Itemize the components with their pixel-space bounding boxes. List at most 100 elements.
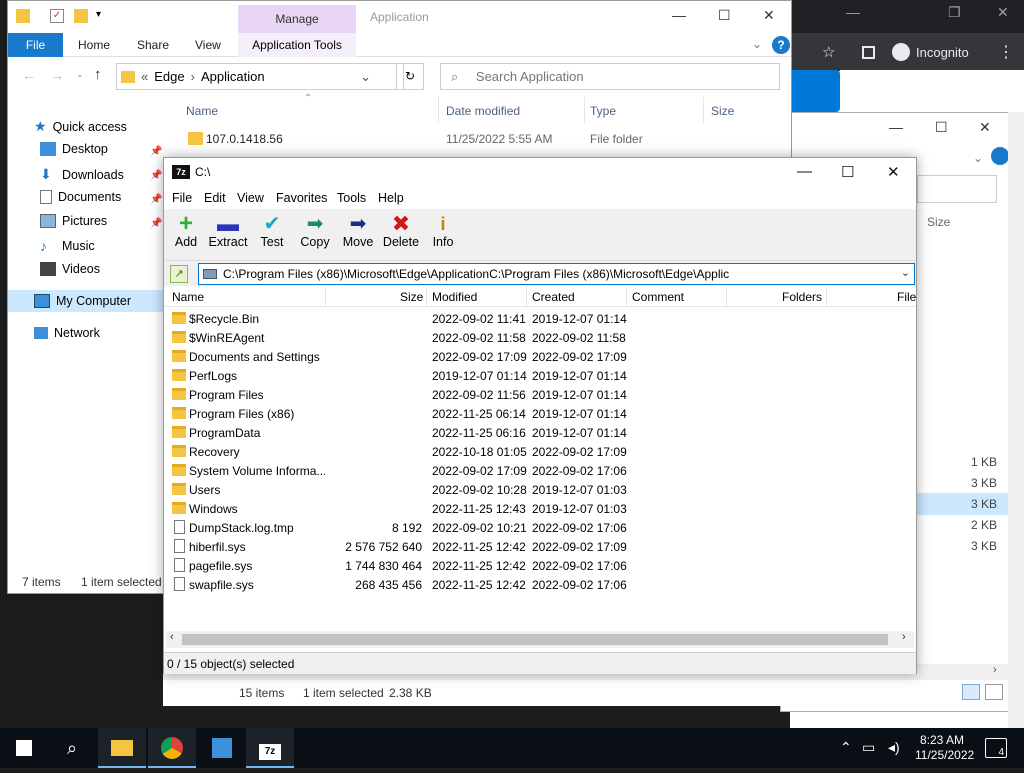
file-row[interactable]: Program Files 2022-09-02 11:56 2019-12-07 … [164,385,916,404]
test-button[interactable]: ✔ Test [250,213,294,249]
show-hidden-icons-icon[interactable]: ⌃ [840,739,852,756]
incognito-icon[interactable] [892,43,910,61]
close-icon[interactable]: ✕ [763,7,775,24]
close-icon[interactable]: ✕ [979,119,991,136]
name-column-header[interactable]: Name [172,290,204,304]
menu-favorites[interactable]: Favorites [276,191,327,205]
forward-icon[interactable]: → [50,67,64,83]
help-icon[interactable] [991,147,1009,165]
pin-icon[interactable]: 📌 [150,146,162,157]
tab-view[interactable]: View [195,38,221,52]
nav-documents[interactable]: Documents [40,190,121,204]
file-row[interactable]: Recovery 2022-10-18 01:05 2022-09-02 17:09 [164,442,916,461]
help-icon[interactable]: ? [772,36,790,54]
chevron-down-icon[interactable]: ⌄ [752,37,762,51]
modified-column-header[interactable]: Modified [432,290,477,304]
chrome-restore-icon[interactable]: ❐ [948,4,961,21]
nav-desktop[interactable]: Desktop [40,142,108,156]
copy-button[interactable]: ➡ Copy [293,213,337,249]
network-status-icon[interactable]: ▭ [862,739,875,756]
nav-videos[interactable]: Videos [40,262,100,276]
column-divider[interactable] [325,287,326,307]
file-row[interactable]: hiberfil.sys 2 576 752 640 2022-11-25 12:4… [164,537,916,556]
volume-icon[interactable]: ◂) [888,739,900,756]
chrome-taskbar[interactable] [148,728,196,768]
nav-downloads[interactable]: ⬇ Downloads [40,166,124,183]
breadcrumb-overflow-icon[interactable]: « [141,69,148,84]
date-column-header[interactable]: Date modified [446,104,520,118]
search-button[interactable]: ⌕ [48,728,96,768]
chrome-close-icon[interactable]: ✕ [997,4,1009,21]
scrollbar-thumb[interactable] [182,634,888,645]
nav-music[interactable]: ♪ Music [40,238,95,254]
clock[interactable]: 8:23 AM 11/25/2022 [915,733,974,763]
menu-view[interactable]: View [237,191,264,205]
file-row[interactable]: ProgramData 2022-11-25 06:16 2019-12-07 01… [164,423,916,442]
chevron-down-icon[interactable]: ⌄ [901,266,910,279]
scroll-right-icon[interactable]: › [993,664,997,676]
column-divider[interactable] [826,287,827,307]
minimize-icon[interactable]: — [797,163,812,180]
file-row[interactable]: $Recycle.Bin 2022-09-02 11:41 2019-12-07 0… [164,309,916,328]
type-column-header[interactable]: Type [590,104,616,118]
file-row[interactable]: Documents and Settings 2022-09-02 17:09 20… [164,347,916,366]
maximize-icon[interactable]: ☐ [935,119,948,136]
extract-button[interactable]: ▬ Extract [206,213,250,250]
column-divider[interactable] [426,287,427,307]
new-folder-icon[interactable] [74,9,88,23]
breadcrumb-separator-icon[interactable]: › [191,69,195,84]
pin-icon[interactable]: 📌 [150,194,162,205]
incognito-label[interactable]: Incognito [916,45,969,60]
installer-taskbar[interactable] [198,728,246,768]
search-input-back[interactable] [917,175,997,203]
7zip-taskbar[interactable]: 7z [246,728,294,768]
details-view-icon[interactable] [962,684,980,700]
large-icons-view-icon[interactable] [985,684,1003,700]
minimize-icon[interactable]: — [672,7,686,23]
menu-file[interactable]: File [172,191,192,205]
comment-column-header[interactable]: Comment [632,290,684,304]
menu-edit[interactable]: Edit [204,191,226,205]
recent-locations-icon[interactable]: ⌄ [76,69,84,80]
column-divider[interactable] [438,97,439,123]
properties-icon[interactable]: ✓ [50,9,64,23]
delete-button[interactable]: ✖ Delete [379,213,423,250]
created-column-header[interactable]: Created [532,290,575,304]
start-button[interactable] [0,728,48,768]
maximize-icon[interactable]: ☐ [841,163,854,181]
horizontal-scrollbar[interactable]: ‹ › [166,631,914,648]
search-input[interactable]: ⌕ Search Application [440,63,780,90]
chrome-minimize-icon[interactable]: — [846,4,860,20]
address-bar[interactable]: « Edge › Application ⌄ [116,63,404,90]
up-folder-icon[interactable]: ↗ [170,265,188,283]
notification-icon[interactable]: 4 [985,738,1007,758]
file-name[interactable]: 107.0.1418.56 [206,132,283,146]
file-row[interactable]: $WinREAgent 2022-09-02 11:58 2022-09-02 11… [164,328,916,347]
file-row[interactable]: pagefile.sys 1 744 830 464 2022-11-25 12:4… [164,556,916,575]
chrome-menu-icon[interactable]: ⋮ [998,42,1014,62]
close-icon[interactable]: ✕ [887,163,900,181]
size-column-header[interactable]: Size [927,215,950,229]
nav-quick-access[interactable]: ★ Quick access [34,118,127,135]
star-icon[interactable]: ☆ [822,43,835,61]
breadcrumb-application[interactable]: Application [201,69,265,84]
column-divider[interactable] [626,287,627,307]
menu-help[interactable]: Help [378,191,404,205]
file-row[interactable]: DumpStack.log.tmp 8 192 2022-09-02 10:21 20… [164,518,916,537]
nav-network[interactable]: Network [34,326,100,340]
reading-list-icon[interactable] [862,45,875,59]
column-divider[interactable] [726,287,727,307]
name-column-header[interactable]: Name [186,104,218,118]
address-dropdown-icon[interactable]: ⌄ [360,69,371,85]
info-button[interactable]: i Info [421,213,465,249]
tab-application-tools[interactable]: Application Tools [238,33,356,57]
manage-tab[interactable]: Manage [238,5,356,33]
maximize-icon[interactable]: ☐ [718,7,731,24]
breadcrumb-edge[interactable]: Edge [154,69,184,84]
tab-file[interactable]: File [8,33,63,57]
up-icon[interactable]: ↑ [94,66,102,83]
file-row[interactable]: Program Files (x86) 2022-11-25 06:14 2019-… [164,404,916,423]
tab-home[interactable]: Home [78,38,110,52]
scroll-left-icon[interactable]: ‹ [170,631,174,643]
nav-pictures[interactable]: Pictures [40,214,107,228]
